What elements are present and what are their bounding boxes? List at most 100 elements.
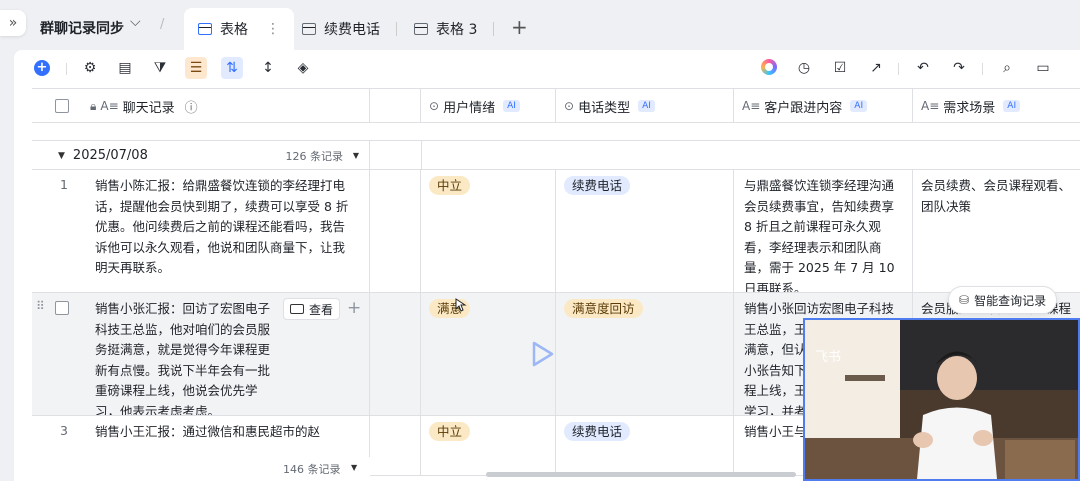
search-icon[interactable]: ⌕ [996, 57, 1018, 79]
group-date: 2025/07/08 [72, 148, 148, 163]
cell-chat[interactable]: 1 销售小陈汇报：给鼎盛餐饮连锁的李经理打电话，提醒他会员快到期了，续费可以享受… [32, 170, 370, 292]
settings-icon[interactable]: ⚙ [79, 57, 101, 79]
divider [396, 22, 397, 36]
share-icon[interactable]: ↗ [865, 57, 887, 79]
group-icon[interactable]: ☰ [185, 57, 207, 79]
followup-text: 与鼎盛餐饮连锁李经理沟通会员续费事宜，告知续费享 8 折且之前课程可永久观看，李… [744, 178, 895, 292]
column-label: 聊天记录 [122, 100, 175, 116]
single-select-icon: ⊙ [429, 99, 440, 113]
emotion-tag: 中立 [429, 176, 471, 195]
divider [66, 63, 67, 75]
caret-down-icon[interactable]: ▼ [353, 151, 359, 160]
drag-handle-icon[interactable]: ⠿ [36, 299, 45, 313]
fill-color-icon[interactable]: ◈ [292, 57, 314, 79]
cell-emotion[interactable]: 中立 [421, 170, 556, 292]
cell-call-type[interactable]: 续费电话 [556, 416, 734, 475]
play-icon[interactable] [531, 340, 555, 368]
view-record-button[interactable]: 查看 [283, 298, 341, 320]
history-icon[interactable]: ◷ [793, 57, 815, 79]
form-icon[interactable]: ☑ [829, 57, 851, 79]
row-checkbox[interactable] [55, 301, 69, 315]
row-number: 1 [60, 177, 68, 192]
ai-badge: AI [503, 100, 520, 112]
cell-followup[interactable]: 与鼎盛餐饮连锁李经理沟通会员续费事宜，告知续费享 8 折且之前课程可永久观看，李… [734, 170, 913, 292]
smart-query-button[interactable]: ⛁ 智能查询记录 [948, 286, 1058, 314]
tab-label: 表格 3 [436, 22, 478, 38]
tab-label: 续费电话 [324, 22, 380, 38]
lock-icon: 🔒︎ [90, 98, 97, 113]
chevron-down-icon[interactable]: ⌵ [130, 14, 141, 30]
table-footer: 146 条记录 ▼ [14, 457, 370, 481]
view-label: 查看 [309, 302, 334, 317]
column-header-followup[interactable]: A≡ 客户跟进内容 AI [734, 89, 913, 123]
cell-emotion[interactable]: 中立 [421, 416, 556, 475]
smart-query-label: 智能查询记录 [974, 293, 1047, 308]
cell-spacer [370, 416, 421, 475]
field-config-icon[interactable]: ▤ [114, 57, 136, 79]
row-height-icon[interactable]: ↕ [257, 57, 279, 79]
double-chevron-right-icon: » [8, 15, 18, 31]
comment-icon[interactable]: ▭ [1032, 57, 1054, 79]
add-record-button[interactable]: + [34, 60, 50, 76]
sort-icon[interactable]: ⇅ [221, 57, 243, 79]
add-tab-button[interactable]: + [511, 15, 528, 39]
cell-call-type[interactable]: 续费电话 [556, 170, 734, 292]
tab-table-1[interactable]: 表格 ⋮ [184, 8, 294, 50]
horizontal-scrollbar[interactable] [486, 472, 796, 477]
video-overlay[interactable]: 飞书 [803, 318, 1080, 481]
chat-text: 销售小王汇报：通过微信和惠民超市的赵 [95, 424, 321, 439]
add-icon[interactable]: + [347, 298, 361, 318]
column-label: 电话类型 [578, 100, 631, 116]
scene-text: 会员续费、会员课程观看、团队决策 [921, 178, 1072, 214]
table-icon [414, 23, 428, 35]
call-type-tag: 续费电话 [564, 176, 631, 195]
ai-badge: AI [850, 100, 868, 112]
column-header-chat[interactable]: 🔒︎ A≡ 聊天记录 ⓘ [32, 89, 370, 123]
undo-icon[interactable]: ↶ [912, 57, 934, 79]
expand-icon [290, 304, 304, 314]
tab-table-3[interactable]: 表格 3 [400, 8, 491, 50]
group-label: ▼ 2025/07/08 126 条记录 ▼ [32, 141, 370, 170]
divider [421, 141, 422, 170]
caret-down-icon[interactable]: ▼ [351, 463, 357, 472]
text-field-icon: A≡ [742, 99, 761, 113]
single-select-icon: ⊙ [564, 99, 575, 113]
chat-text: 销售小张汇报：回访了宏图电子科技王总监，他对咱们的会员服务挺满意，就是觉得今年课… [95, 301, 271, 415]
divider: / [160, 17, 165, 32]
database-icon: ⛁ [959, 293, 970, 307]
column-label: 客户跟进内容 [764, 100, 843, 116]
toolbar: + ⚙ ▤ ⧩ ☰ ⇅ ↕ ◈ ◷ ☑ ↗ ↶ ↷ ⌕ ▭ [14, 50, 1080, 86]
cell-scene[interactable]: 会员续费、会员课程观看、团队决策 [913, 170, 1080, 292]
wall-sign-text: 飞书 [815, 350, 842, 365]
call-type-tag: 续费电话 [564, 422, 631, 441]
ai-assistant-icon[interactable] [761, 59, 777, 75]
base-title[interactable]: 群聊记录同步 [40, 18, 124, 38]
text-field-icon: A≡ [921, 99, 940, 113]
expand-sidebar-button[interactable]: » [0, 10, 26, 36]
cell-call-type[interactable]: 满意度回访 [556, 293, 734, 415]
header-row: 🔒︎ A≡ 聊天记录 ⓘ ⊙ 用户情绪 AI ⊙ 电话类型 AI A≡ 客户跟进… [32, 88, 1080, 123]
info-icon[interactable]: ⓘ [185, 97, 198, 116]
group-count: 126 条记录 [285, 149, 344, 163]
tab-renewal-calls[interactable]: 续费电话 [288, 8, 394, 50]
divider [982, 63, 983, 75]
select-all-checkbox[interactable] [55, 99, 69, 113]
table-icon [198, 23, 212, 35]
group-header[interactable]: ▼ 2025/07/08 126 条记录 ▼ [32, 140, 1080, 170]
redo-icon[interactable]: ↷ [948, 57, 970, 79]
column-label: 需求场景 [943, 100, 996, 116]
more-vertical-icon[interactable]: ⋮ [266, 21, 280, 37]
caret-down-icon[interactable]: ▼ [58, 151, 65, 161]
cursor-icon [455, 298, 467, 312]
divider [493, 22, 494, 36]
cell-spacer [370, 170, 421, 292]
column-header-emotion[interactable]: ⊙ 用户情绪 AI [421, 89, 556, 123]
table-row[interactable]: 1 销售小陈汇报：给鼎盛餐饮连锁的李经理打电话，提醒他会员快到期了，续费可以享受… [32, 170, 1080, 293]
tab-label: 表格 [220, 22, 248, 38]
column-header-scene[interactable]: A≡ 需求场景 AI [913, 89, 1080, 123]
column-header-call-type[interactable]: ⊙ 电话类型 AI [556, 89, 734, 123]
table-icon [302, 23, 316, 35]
divider [898, 63, 899, 75]
ai-badge: AI [1003, 100, 1021, 112]
filter-icon[interactable]: ⧩ [149, 57, 171, 79]
